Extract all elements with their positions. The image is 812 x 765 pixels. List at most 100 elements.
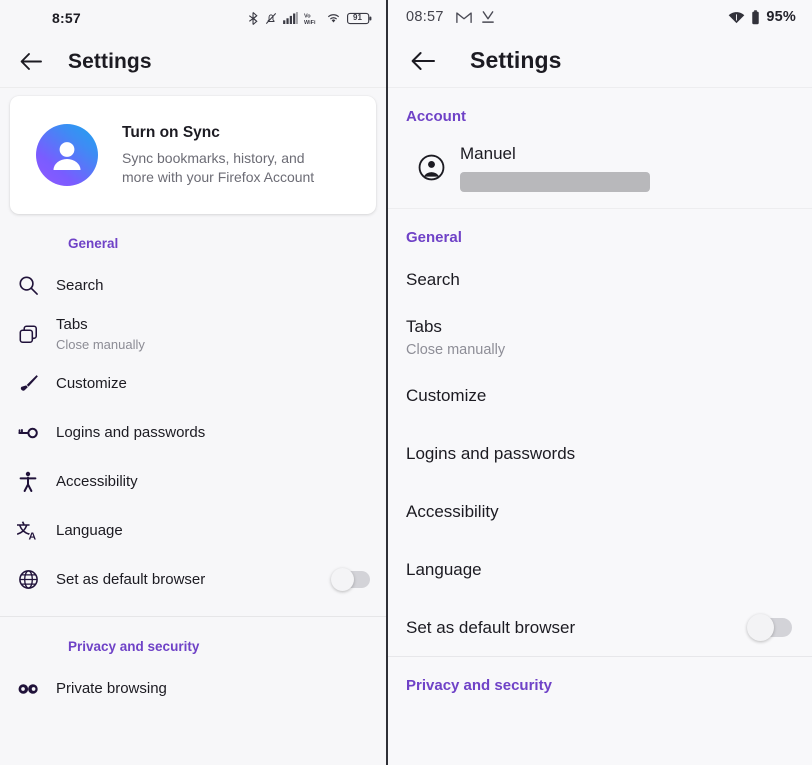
tabs-icon	[0, 324, 56, 345]
translate-icon: 文 A	[0, 520, 56, 542]
accessibility-icon	[0, 471, 56, 493]
row-label: Set as default browser	[406, 617, 576, 637]
row-label: Search	[56, 276, 104, 294]
avatar	[36, 124, 98, 186]
search-icon	[0, 275, 56, 296]
toggle-thumb	[331, 568, 354, 591]
section-header-account: Account	[406, 108, 466, 125]
row-label: Accessibility	[56, 472, 138, 490]
sidebar-item-logins-and-passwords[interactable]: Logins and passwords	[0, 408, 386, 457]
row-text: Accessibility	[406, 500, 792, 523]
row-text: Customize	[56, 374, 370, 394]
status-bar-clock: 08:57	[406, 9, 444, 25]
battery-icon	[752, 9, 760, 24]
default-browser-toggle[interactable]	[331, 568, 370, 591]
row-label: Set as default browser	[56, 570, 206, 588]
row-text: Set as default browser	[56, 570, 333, 590]
settings-comparison-screenshot: 8:57 Vo WiFi 91 Settings Turn on Sync Sy…	[0, 0, 812, 765]
sidebar-item-private-browsing[interactable]: Private browsing	[0, 664, 386, 713]
svg-text:A: A	[28, 530, 36, 541]
status-bar-clock: 8:57	[52, 10, 81, 26]
person-icon	[53, 142, 81, 170]
sidebar-item-customize[interactable]: Customize	[0, 359, 386, 408]
row-label: Logins and passwords	[406, 443, 576, 463]
battery-icon: 91	[347, 12, 372, 25]
sync-card-subtitle: Sync bookmarks, history, and more with y…	[122, 149, 315, 185]
page-title: Settings	[470, 47, 562, 73]
account-info: Manuel	[460, 143, 812, 192]
row-label: Search	[406, 269, 460, 289]
row-text: Search	[406, 268, 792, 291]
row-text: Logins and passwords	[406, 442, 792, 465]
row-text: Set as default browser	[406, 616, 750, 639]
section-header-privacy-and-security: Privacy and security	[406, 677, 552, 694]
list-item-language[interactable]: Language	[388, 540, 812, 598]
bluetooth-icon	[248, 11, 258, 25]
list-item-logins-and-passwords[interactable]: Logins and passwords	[388, 424, 812, 482]
section-header-general: General	[68, 236, 119, 251]
row-subtitle: Close manually	[406, 341, 506, 358]
cellular-signal-icon	[283, 12, 298, 24]
section-header-privacy-and-security: Privacy and security	[68, 639, 200, 654]
row-label: Customize	[56, 374, 127, 392]
left-toolbar: Settings	[0, 36, 386, 88]
row-label: Tabs	[56, 316, 88, 333]
svg-text:WiFi: WiFi	[304, 19, 316, 24]
back-arrow-icon	[20, 53, 42, 70]
sidebar-item-accessibility[interactable]: Accessibility	[0, 457, 386, 506]
vowifi-icon: Vo WiFi	[304, 13, 316, 24]
row-text: Tabs Close manually	[406, 315, 792, 360]
back-button[interactable]	[14, 45, 48, 79]
row-text: Customize	[406, 384, 792, 407]
back-button[interactable]	[406, 44, 440, 78]
turn-on-sync-card[interactable]: Turn on Sync Sync bookmarks, history, an…	[10, 96, 376, 214]
status-bar-system-icons: 95%	[728, 9, 796, 25]
right-toolbar: Settings	[388, 34, 812, 88]
paintbrush-icon	[0, 373, 56, 394]
row-text: Language	[406, 558, 792, 581]
right-status-bar: 08:57 95%	[388, 0, 812, 34]
row-label: Private browsing	[56, 679, 167, 697]
back-arrow-icon	[411, 51, 435, 70]
status-bar-notification-icons	[456, 10, 495, 24]
row-text: Logins and passwords	[56, 423, 370, 443]
mask-icon	[0, 682, 56, 696]
list-item-set-as-default-browser[interactable]: Set as default browser	[388, 598, 812, 656]
account-circle-icon	[402, 154, 460, 181]
sidebar-item-search[interactable]: Search	[0, 261, 386, 310]
sync-card-title: Turn on Sync	[122, 123, 220, 141]
left-status-bar: 8:57 Vo WiFi 91	[0, 0, 386, 36]
download-icon	[481, 11, 494, 23]
row-text: Private browsing	[56, 679, 370, 699]
sidebar-item-language[interactable]: 文 A Language	[0, 506, 386, 555]
row-text: Tabs Close manually	[56, 315, 370, 354]
section-header-general: General	[406, 229, 462, 246]
row-label: Logins and passwords	[56, 423, 206, 441]
list-item-accessibility[interactable]: Accessibility	[388, 482, 812, 540]
list-item-customize[interactable]: Customize	[388, 366, 812, 424]
notifications-muted-icon	[265, 12, 277, 24]
row-label: Tabs	[406, 316, 442, 336]
globe-icon	[0, 569, 56, 590]
sidebar-item-tabs[interactable]: Tabs Close manually	[0, 310, 386, 359]
account-name: Manuel	[460, 144, 516, 163]
account-row[interactable]: Manuel	[388, 129, 812, 209]
right-phone-panel: 08:57 95% Settings Account Manuel Genera…	[388, 0, 812, 765]
sync-card-text: Turn on Sync Sync bookmarks, history, an…	[122, 124, 337, 187]
battery-level-text: 91	[353, 13, 362, 22]
row-label: Customize	[406, 385, 487, 405]
status-bar-icons: Vo WiFi 91	[248, 11, 372, 25]
key-icon	[0, 423, 56, 443]
list-item-search[interactable]: Search	[388, 250, 812, 308]
row-subtitle: Close manually	[56, 337, 145, 352]
left-phone-panel: 8:57 Vo WiFi 91 Settings Turn on Sync Sy…	[0, 0, 386, 765]
wifi-icon	[327, 14, 340, 23]
sidebar-item-set-as-default-browser[interactable]: Set as default browser	[0, 555, 386, 604]
list-item-tabs[interactable]: Tabs Close manually	[388, 308, 812, 366]
row-text: Search	[56, 276, 370, 296]
page-title: Settings	[68, 49, 152, 73]
toggle-thumb	[747, 613, 774, 641]
default-browser-toggle[interactable]	[747, 613, 792, 641]
account-email-redacted	[460, 172, 650, 192]
row-label: Language	[406, 559, 482, 579]
